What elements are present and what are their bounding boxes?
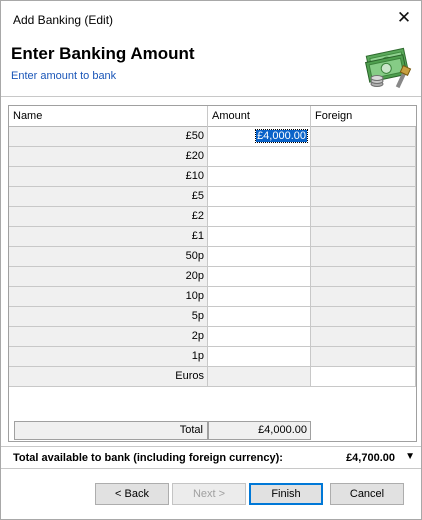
amount-input[interactable] bbox=[208, 327, 311, 347]
amount-input[interactable] bbox=[208, 187, 311, 207]
foreign-cell bbox=[311, 167, 416, 187]
table-row: 50p bbox=[9, 247, 416, 267]
available-label: Total available to bank (including forei… bbox=[13, 452, 283, 464]
amount-input[interactable] bbox=[208, 347, 311, 367]
money-stack-icon bbox=[364, 47, 412, 89]
amount-cell bbox=[208, 367, 311, 387]
foreign-cell bbox=[311, 287, 416, 307]
table-row: 2p bbox=[9, 327, 416, 347]
available-to-bank-bar: Total available to bank (including forei… bbox=[1, 446, 421, 468]
denomination-cell: £5 bbox=[9, 187, 208, 207]
denomination-cell: £50 bbox=[9, 127, 208, 147]
column-header-foreign[interactable]: Foreign bbox=[311, 106, 416, 127]
banking-grid: Name Amount Foreign £50 £4,000.00 £20 £1… bbox=[8, 105, 417, 442]
denomination-cell: 2p bbox=[9, 327, 208, 347]
amount-input[interactable] bbox=[208, 207, 311, 227]
table-row: £1 bbox=[9, 227, 416, 247]
foreign-cell bbox=[311, 147, 416, 167]
denomination-cell: £20 bbox=[9, 147, 208, 167]
amount-input[interactable] bbox=[208, 267, 311, 287]
page-title: Enter Banking Amount bbox=[11, 44, 195, 63]
foreign-cell bbox=[311, 347, 416, 367]
caret-down-icon[interactable]: ▼ bbox=[405, 451, 415, 462]
wizard-header: Enter Banking Amount Enter amount to ban… bbox=[1, 34, 421, 97]
table-row: £2 bbox=[9, 207, 416, 227]
foreign-cell bbox=[311, 127, 416, 147]
amount-input[interactable] bbox=[208, 227, 311, 247]
foreign-cell bbox=[311, 247, 416, 267]
table-row: 10p bbox=[9, 287, 416, 307]
table-row: 5p bbox=[9, 307, 416, 327]
finish-button[interactable]: Finish bbox=[249, 483, 323, 505]
denomination-cell: 10p bbox=[9, 287, 208, 307]
amount-input[interactable] bbox=[208, 167, 311, 187]
table-row: £10 bbox=[9, 167, 416, 187]
grid-header: Name Amount Foreign bbox=[9, 106, 416, 127]
column-header-amount[interactable]: Amount bbox=[208, 106, 311, 127]
table-row: Euros bbox=[9, 367, 416, 387]
amount-input[interactable] bbox=[208, 247, 311, 267]
page-subtitle: Enter amount to bank bbox=[11, 70, 117, 82]
foreign-cell bbox=[311, 307, 416, 327]
table-row: £50 £4,000.00 bbox=[9, 127, 416, 147]
denomination-cell: 5p bbox=[9, 307, 208, 327]
foreign-input[interactable] bbox=[311, 367, 416, 387]
back-button[interactable]: < Back bbox=[95, 483, 169, 505]
amount-input[interactable] bbox=[208, 287, 311, 307]
denomination-cell: £1 bbox=[9, 227, 208, 247]
foreign-cell bbox=[311, 267, 416, 287]
denomination-cell: £10 bbox=[9, 167, 208, 187]
table-row: £20 bbox=[9, 147, 416, 167]
amount-input[interactable] bbox=[208, 147, 311, 167]
wizard-footer: < Back Next > Finish Cancel bbox=[1, 468, 421, 519]
close-icon[interactable]: ✕ bbox=[387, 1, 421, 34]
available-value: £4,700.00 bbox=[346, 452, 395, 464]
total-label: Total bbox=[14, 421, 208, 440]
denomination-cell: Euros bbox=[9, 367, 208, 387]
table-row: £5 bbox=[9, 187, 416, 207]
amount-input[interactable] bbox=[208, 307, 311, 327]
foreign-cell bbox=[311, 187, 416, 207]
title-bar: Add Banking (Edit) ✕ bbox=[1, 1, 421, 34]
add-banking-dialog: Add Banking (Edit) ✕ Enter Banking Amoun… bbox=[0, 0, 422, 520]
denomination-cell: 50p bbox=[9, 247, 208, 267]
foreign-cell bbox=[311, 327, 416, 347]
denomination-cell: £2 bbox=[9, 207, 208, 227]
column-header-name[interactable]: Name bbox=[9, 106, 208, 127]
window-title: Add Banking (Edit) bbox=[13, 13, 114, 27]
denomination-cell: 20p bbox=[9, 267, 208, 287]
table-row: 20p bbox=[9, 267, 416, 287]
total-value: £4,000.00 bbox=[208, 421, 311, 440]
total-row: Total £4,000.00 bbox=[9, 421, 416, 441]
table-row: 1p bbox=[9, 347, 416, 367]
cancel-button[interactable]: Cancel bbox=[330, 483, 404, 505]
foreign-cell bbox=[311, 207, 416, 227]
denomination-cell: 1p bbox=[9, 347, 208, 367]
next-button[interactable]: Next > bbox=[172, 483, 246, 505]
foreign-cell bbox=[311, 227, 416, 247]
amount-input[interactable]: £4,000.00 bbox=[208, 127, 311, 147]
